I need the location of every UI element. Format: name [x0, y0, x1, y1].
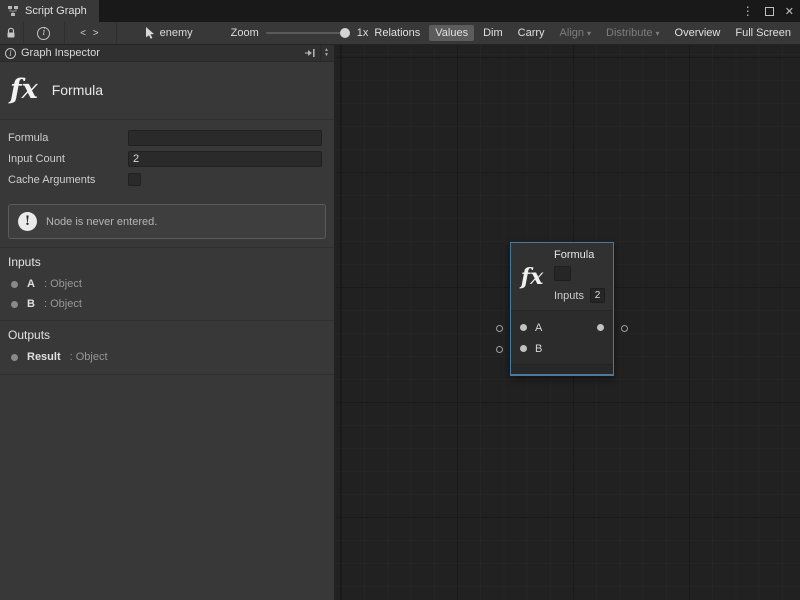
node-input-count-input[interactable]: 2: [590, 288, 605, 303]
node-title: Formula: [554, 249, 605, 262]
graph-inspector-header: i Graph Inspector ▲ ▼: [0, 45, 334, 62]
input-count-input[interactable]: [128, 151, 322, 167]
formula-node[interactable]: fx Formula Inputs 2 A B: [510, 242, 614, 376]
graph-toolbar: i < > enemy Zoom 1x Relations Values Dim…: [0, 22, 800, 45]
cache-arguments-field-label: Cache Arguments: [8, 174, 128, 186]
lock-button[interactable]: [0, 22, 24, 44]
node-formula-input[interactable]: [554, 266, 571, 281]
node-port-row-a: A: [511, 317, 613, 338]
carry-button[interactable]: Carry: [512, 25, 551, 41]
formula-field-label: Formula: [8, 132, 128, 144]
zoom-slider[interactable]: [266, 32, 350, 34]
divider: [0, 374, 334, 375]
formula-field-row: Formula: [8, 127, 322, 148]
kebab-menu-icon[interactable]: ⋮: [742, 4, 754, 18]
outputs-section-header: Outputs: [0, 321, 334, 347]
output-port-row-result: Result Object: [0, 347, 334, 367]
cursor-icon: [145, 27, 155, 39]
zoom-control: Zoom 1x: [231, 27, 369, 39]
input-port-a-icon[interactable]: [520, 324, 527, 331]
input-count-field-row: Input Count: [8, 148, 322, 169]
dock-panel-icon[interactable]: [304, 48, 316, 58]
input-count-field-label: Input Count: [8, 153, 128, 165]
zoom-slider-handle[interactable]: [340, 28, 350, 38]
chevron-down-icon: ▾: [587, 29, 591, 38]
lock-icon: [6, 27, 16, 39]
edit-target[interactable]: enemy: [145, 27, 193, 39]
scroll-spinner[interactable]: ▲ ▼: [320, 45, 332, 61]
port-dot-icon: [11, 301, 18, 308]
window-tabbar: Script Graph ⋮ ✕: [0, 0, 800, 22]
port-dot-icon: [11, 281, 18, 288]
warning-icon: !: [18, 212, 37, 231]
formula-node-header[interactable]: fx Formula Inputs 2: [511, 243, 613, 310]
input-port-b-icon[interactable]: [520, 345, 527, 352]
inputs-section-header: Inputs: [0, 248, 334, 274]
node-port-row-b: B: [511, 338, 613, 359]
values-button[interactable]: Values: [429, 25, 474, 41]
code-view-button[interactable]: < >: [65, 22, 116, 44]
zoom-value: 1x: [357, 27, 369, 39]
distribute-button[interactable]: Distribute▾: [600, 25, 665, 41]
tab-script-graph[interactable]: Script Graph: [0, 0, 99, 22]
external-port-ring-result[interactable]: [621, 325, 628, 332]
graph-canvas[interactable]: fx Formula Inputs 2 A B: [335, 45, 800, 600]
toolbar-buttons: Relations Values Dim Carry Align▾ Distri…: [368, 25, 800, 41]
info-icon: i: [5, 48, 16, 59]
warning-text: Node is never entered.: [46, 216, 157, 228]
external-port-ring-b[interactable]: [496, 346, 503, 353]
zoom-label: Zoom: [231, 27, 259, 39]
close-icon[interactable]: ✕: [785, 5, 794, 18]
cache-arguments-field-row: Cache Arguments: [8, 169, 322, 190]
node-ports-section: A B: [511, 310, 613, 364]
unit-title: Formula: [52, 82, 103, 98]
graph-inspector-title: Graph Inspector: [21, 47, 100, 59]
maximize-icon[interactable]: [765, 7, 774, 16]
unit-title-block: fx Formula: [0, 62, 334, 120]
node-inputs-label: Inputs: [554, 290, 584, 302]
overview-button[interactable]: Overview: [669, 25, 727, 41]
formula-input[interactable]: [128, 130, 322, 146]
window-controls: ⋮ ✕: [742, 0, 794, 22]
cache-arguments-checkbox[interactable]: [128, 173, 141, 186]
input-port-row-b: B Object: [0, 294, 334, 314]
script-graph-icon: [7, 5, 19, 17]
node-footer: [511, 364, 613, 374]
output-port-result-icon[interactable]: [597, 324, 604, 331]
code-icon: < >: [80, 28, 100, 39]
inspector-toggle-button[interactable]: i: [24, 22, 66, 44]
relations-button[interactable]: Relations: [368, 25, 426, 41]
fullscreen-button[interactable]: Full Screen: [729, 25, 797, 41]
port-dot-icon: [11, 354, 18, 361]
graph-inspector-panel: i Graph Inspector ▲ ▼ fx Formula Formula: [0, 45, 335, 600]
warning-box: ! Node is never entered.: [8, 204, 326, 239]
unit-fields: Formula Input Count Cache Arguments: [0, 120, 334, 194]
align-button[interactable]: Align▾: [554, 25, 597, 41]
formula-fx-icon: fx: [517, 264, 547, 290]
external-port-ring-a[interactable]: [496, 325, 503, 332]
dim-button[interactable]: Dim: [477, 25, 509, 41]
input-port-row-a: A Object: [0, 274, 334, 294]
spinner-down-icon[interactable]: ▼: [324, 53, 329, 58]
formula-fx-icon: fx: [10, 74, 38, 105]
edit-target-label: enemy: [160, 27, 193, 39]
chevron-down-icon: ▾: [656, 29, 660, 38]
info-icon: i: [37, 27, 50, 40]
tab-label: Script Graph: [25, 5, 87, 17]
